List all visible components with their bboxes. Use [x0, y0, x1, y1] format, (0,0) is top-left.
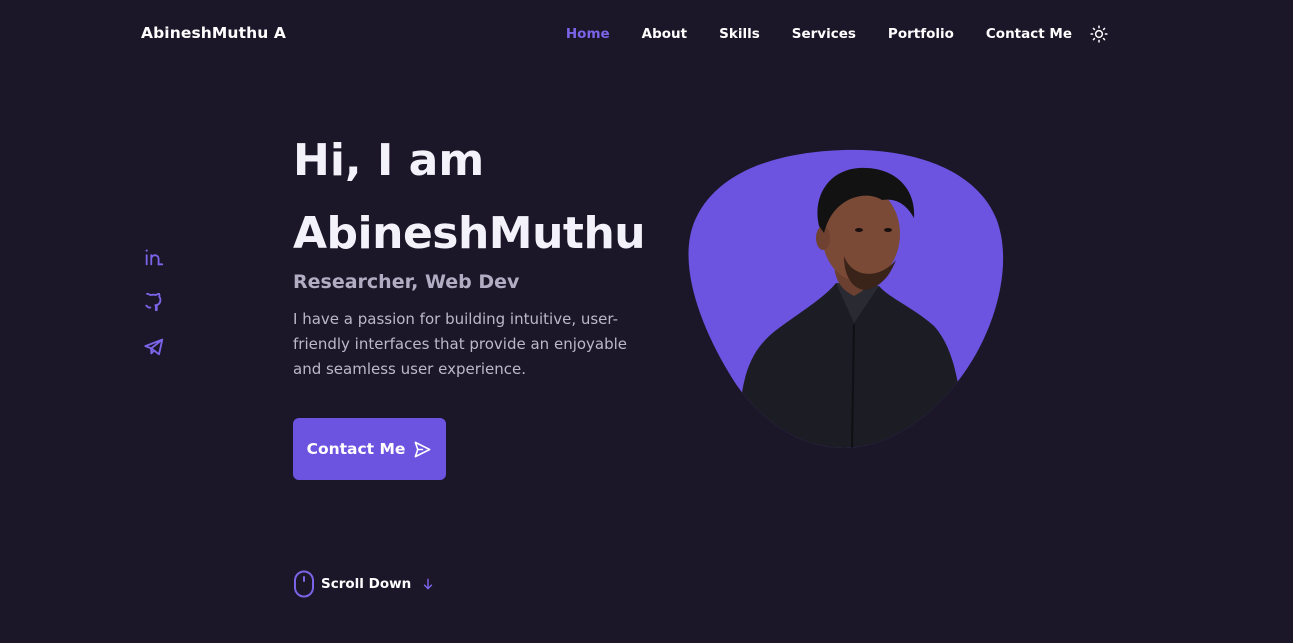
scroll-down-label: Scroll Down	[321, 576, 412, 592]
github-icon[interactable]	[143, 291, 165, 313]
main-nav: Home About Skills Services Portfolio Con…	[566, 25, 1108, 43]
send-icon	[415, 441, 431, 457]
nav-services[interactable]: Services	[792, 26, 856, 42]
contact-me-button[interactable]: Contact Me	[293, 418, 446, 480]
linkedin-icon[interactable]	[143, 246, 165, 268]
nav-skills[interactable]: Skills	[719, 26, 760, 42]
hero-name: AbineshMuthu	[293, 208, 646, 259]
nav-portfolio[interactable]: Portfolio	[888, 26, 954, 42]
profile-photo	[684, 148, 1006, 449]
contact-me-label: Contact Me	[306, 440, 406, 458]
social-links	[143, 246, 167, 381]
sun-icon[interactable]	[1090, 25, 1108, 43]
telegram-icon[interactable]	[143, 336, 165, 358]
site-header: AbineshMuthu A Home About Skills Service…	[0, 0, 1293, 68]
hero-intro: Hi, I am AbineshMuthu Researcher, Web De…	[293, 134, 663, 382]
hero-greeting: Hi, I am	[293, 135, 485, 186]
hero-description: I have a passion for building intuitive,…	[293, 310, 628, 378]
nav-about[interactable]: About	[642, 26, 687, 42]
scroll-down-link[interactable]: Scroll Down	[293, 570, 435, 598]
site-logo[interactable]: AbineshMuthu A	[141, 24, 286, 42]
hero-role: Researcher, Web Dev	[293, 271, 520, 293]
mouse-icon	[294, 570, 314, 598]
nav-home[interactable]: Home	[566, 26, 610, 42]
arrow-down-icon	[423, 578, 433, 590]
nav-contact[interactable]: Contact Me	[986, 26, 1072, 42]
